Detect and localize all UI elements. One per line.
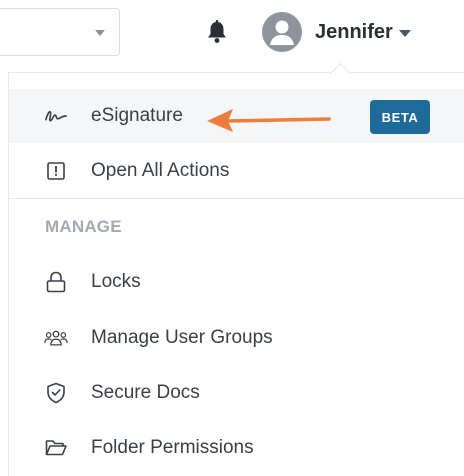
folder-open-icon — [44, 436, 68, 460]
menu-item-label: Locks — [91, 271, 141, 292]
menu-item-locks[interactable]: Locks — [9, 255, 464, 309]
top-header: Jennifer — [0, 0, 464, 64]
user-name[interactable]: Jennifer — [315, 21, 393, 44]
menu-item-secure-docs[interactable]: Secure Docs — [9, 366, 464, 420]
menu-item-label: eSignature — [91, 105, 183, 126]
beta-badge: BETA — [370, 100, 430, 134]
menu-item-label: Folder Permissions — [91, 437, 254, 458]
lock-icon — [44, 270, 68, 294]
menu-item-label: Open All Actions — [91, 160, 230, 181]
user-menu-toggle[interactable]: Jennifer — [262, 12, 411, 52]
menu-item-open-all-actions[interactable]: Open All Actions — [9, 144, 464, 198]
menu-item-folder-permissions[interactable]: Folder Permissions — [9, 421, 464, 475]
app-frame: Jennifer eSignature BETA Open All Action… — [0, 0, 464, 476]
workspace-select[interactable] — [0, 8, 120, 56]
menu-item-manage-user-groups[interactable]: Manage User Groups — [9, 311, 464, 365]
menu-divider — [9, 198, 464, 199]
menu-item-label: Manage User Groups — [91, 327, 273, 348]
annotation-arrow-icon — [207, 109, 331, 132]
exclamation-square-icon — [44, 159, 68, 183]
shield-check-icon — [44, 381, 68, 405]
section-title-manage: MANAGE — [45, 217, 122, 236]
signature-icon — [44, 104, 68, 128]
users-group-icon — [44, 326, 68, 350]
menu-item-label: Secure Docs — [91, 382, 200, 403]
bell-icon[interactable] — [206, 20, 228, 44]
user-avatar-icon[interactable] — [262, 12, 302, 52]
caret-down-icon[interactable] — [398, 29, 411, 37]
chevron-down-icon[interactable] — [95, 30, 105, 36]
